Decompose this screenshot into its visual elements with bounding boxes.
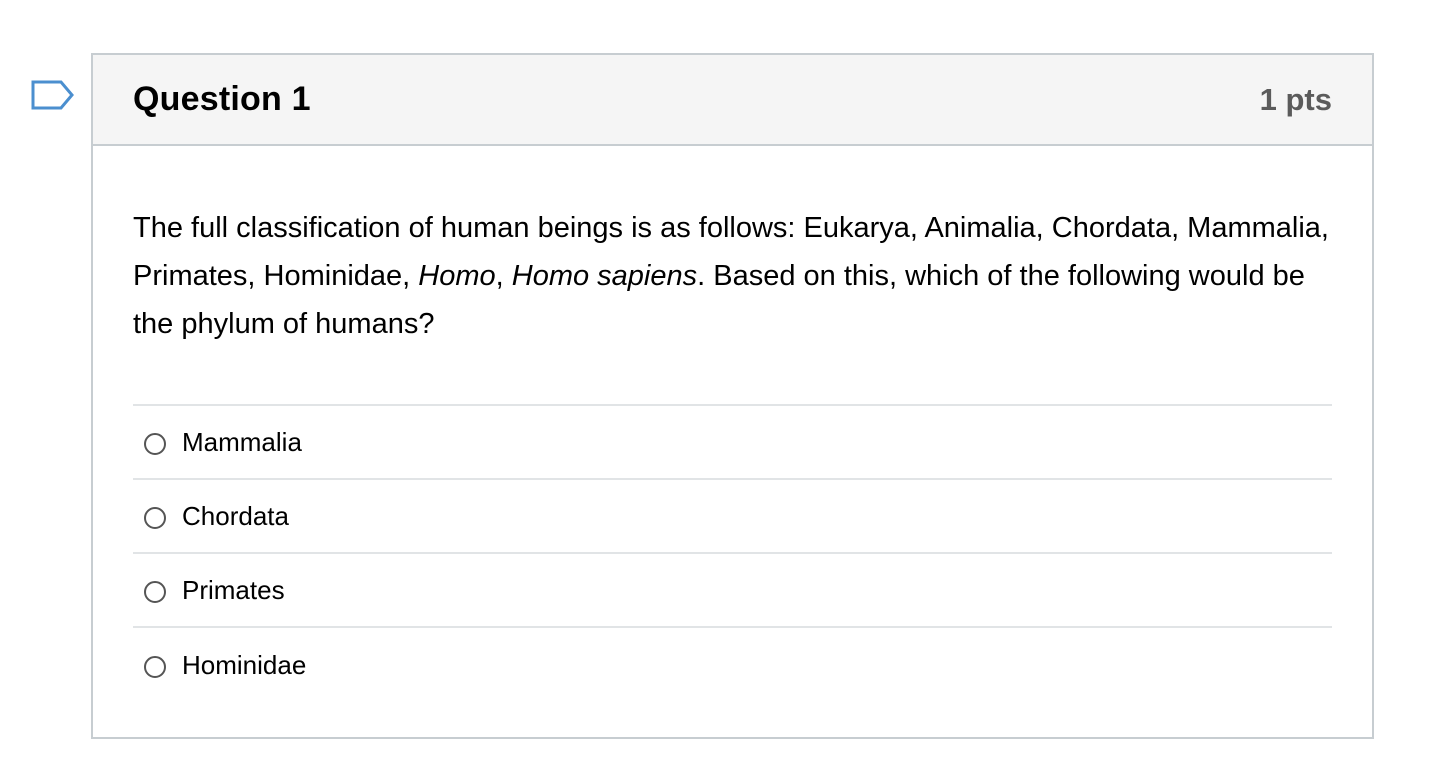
answer-label[interactable]: Primates: [182, 575, 285, 606]
answer-option-primates[interactable]: Primates: [133, 554, 1332, 628]
question-text: The full classification of human beings …: [133, 204, 1333, 348]
radio-unchecked-icon[interactable]: [144, 433, 166, 455]
question-points: 1 pts: [1259, 81, 1332, 117]
answer-option-mammalia[interactable]: Mammalia: [133, 406, 1332, 480]
flag-question-icon[interactable]: [31, 80, 75, 114]
answer-option-hominidae[interactable]: Hominidae: [133, 628, 1332, 702]
radio-unchecked-icon[interactable]: [144, 656, 166, 678]
answer-list: Mammalia Chordata Primates Hominidae: [133, 404, 1332, 702]
question-body: The full classification of human beings …: [93, 146, 1372, 702]
answer-label[interactable]: Chordata: [182, 501, 289, 532]
question-title: Question 1: [133, 80, 311, 118]
question-text-italic-genus: Homo: [418, 260, 496, 292]
question-card: Question 1 1 pts The full classification…: [91, 53, 1374, 739]
radio-unchecked-icon[interactable]: [144, 581, 166, 603]
question-header: Question 1 1 pts: [93, 55, 1372, 146]
answer-option-chordata[interactable]: Chordata: [133, 480, 1332, 554]
radio-unchecked-icon[interactable]: [144, 507, 166, 529]
question-text-part: ,: [495, 260, 512, 292]
answer-label[interactable]: Mammalia: [182, 427, 302, 458]
answer-label[interactable]: Hominidae: [182, 650, 306, 681]
question-text-italic-species: Homo sapiens: [511, 260, 698, 292]
